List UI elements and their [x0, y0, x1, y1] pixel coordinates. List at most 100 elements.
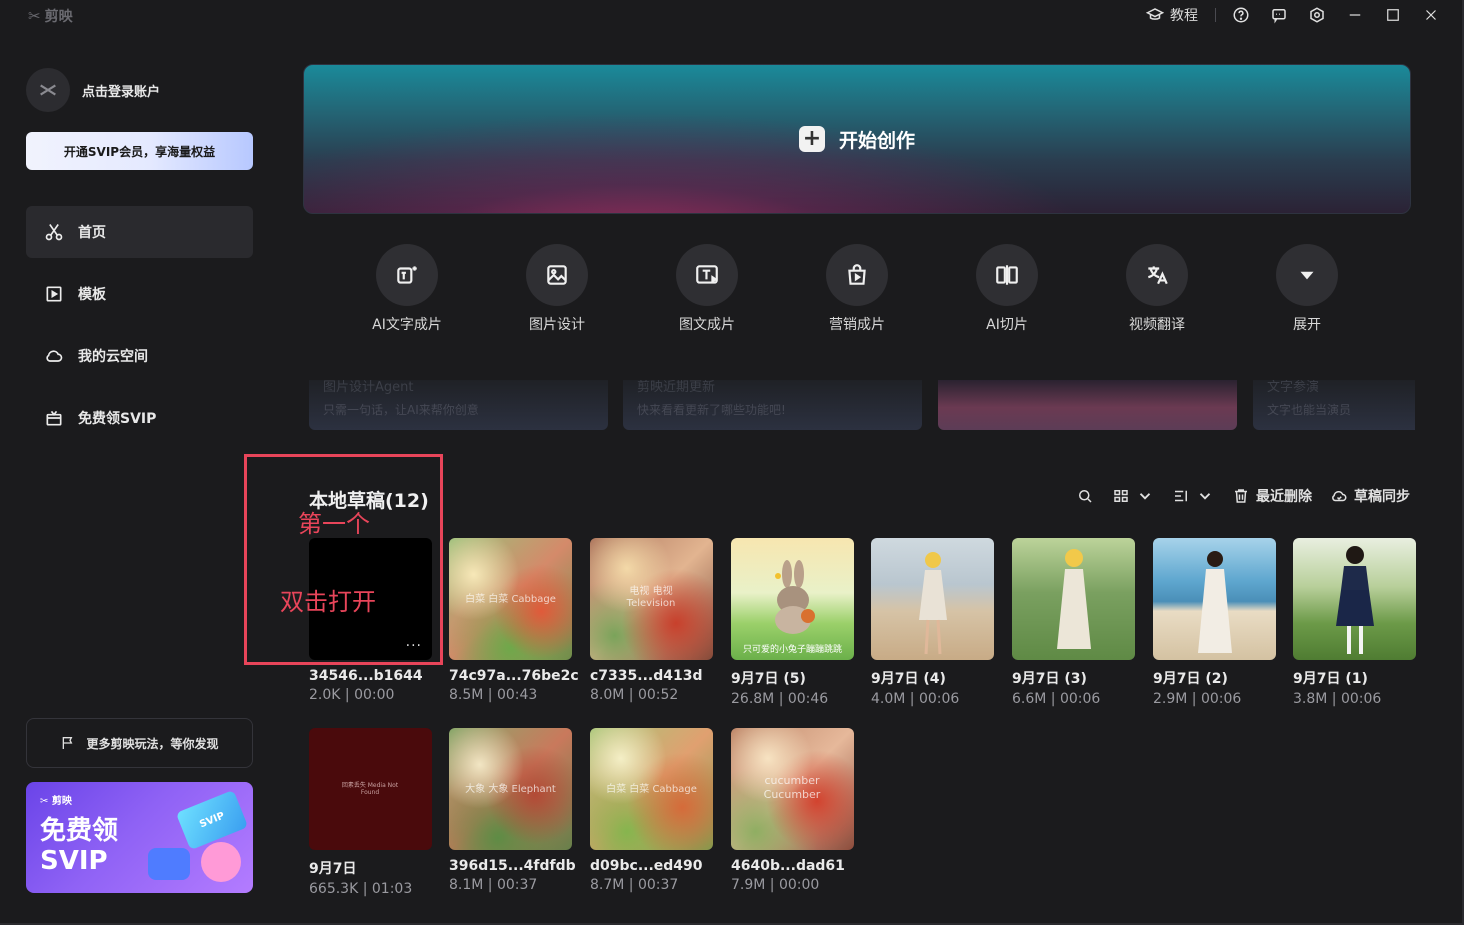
draft-card[interactable]: 电视 电视 Television c7335...d413d 8.0M | 00… — [590, 538, 713, 703]
draft-card[interactable]: 白菜 白菜 Cabbage d09bc...ed490 8.7M | 00:37 — [590, 728, 713, 893]
tool-text-image-video[interactable]: 图文成片 — [632, 244, 782, 334]
draft-card[interactable]: 9月7日 (1) 3.8M | 00:06 — [1293, 538, 1416, 707]
tool-circle[interactable] — [676, 244, 738, 306]
draft-card[interactable]: 回素丢失 Media Not Found 9月7日 665.3K | 01:03 — [309, 728, 432, 897]
draft-card[interactable]: cucumber Cucumber 4640b...dad61 7.9M | 0… — [731, 728, 854, 893]
trash-icon — [1235, 489, 1247, 503]
tool-ai-text-video[interactable]: AI文字成片 — [332, 244, 482, 334]
tool-circle[interactable] — [1126, 244, 1188, 306]
sidebar-item-label: 模板 — [78, 287, 106, 303]
draft-sync-label: 草稿同步 — [1354, 489, 1410, 505]
scissors-icon — [45, 224, 63, 241]
draft-thumbnail[interactable]: 大象 大象 Elephant — [449, 728, 572, 850]
tutorial-label: 教程 — [1170, 8, 1198, 24]
chevron-down-icon — [1199, 493, 1211, 500]
sidebar-item-cloud[interactable]: 我的云空间 — [26, 330, 253, 382]
tool-circle[interactable] — [976, 244, 1038, 306]
hand-icon — [201, 842, 241, 882]
draft-thumbnail[interactable]: 回素丢失 Media Not Found — [309, 728, 432, 850]
search-button[interactable] — [1076, 487, 1094, 505]
chevron-down-icon — [1139, 493, 1151, 500]
minimize-button[interactable] — [1345, 5, 1365, 25]
draft-name: 9月7日 (5) — [731, 671, 806, 687]
settings-button[interactable] — [1307, 5, 1327, 25]
draft-sync-button[interactable]: 草稿同步 — [1330, 486, 1410, 506]
tool-ai-slice[interactable]: AI切片 — [932, 244, 1082, 334]
sort-button[interactable] — [1172, 487, 1214, 505]
banner-card[interactable]: 剪映近期更新 快来看看更新了哪些功能吧! — [623, 380, 922, 430]
avatar[interactable] — [26, 68, 70, 112]
tutorial-button[interactable]: 教程 — [1135, 5, 1209, 25]
draft-thumbnail[interactable] — [871, 538, 994, 660]
start-creation-button[interactable]: + 开始创作 — [303, 64, 1411, 214]
sidebar-item-home[interactable]: 首页 — [26, 206, 253, 258]
login-account[interactable]: 点击登录账户 — [26, 68, 160, 112]
tool-video-translate[interactable]: 视频翻译 — [1082, 244, 1232, 334]
draft-thumbnail[interactable]: 电视 电视 Television — [590, 538, 713, 660]
tool-label: 展开 — [1293, 317, 1321, 333]
tool-circle[interactable] — [826, 244, 888, 306]
tool-marketing-video[interactable]: 营销成片 — [782, 244, 932, 334]
sidebar-item-label: 首页 — [78, 225, 106, 241]
draft-card[interactable]: 只可爱的小兔子蹦蹦跳跳 9月7日 (5) 26.8M | 00:46 — [731, 538, 854, 707]
draft-thumbnail[interactable]: cucumber Cucumber — [731, 728, 854, 850]
draft-name: 9月7日 (2) — [1153, 671, 1228, 687]
thumbnail-caption: 只可爱的小兔子蹦蹦跳跳 — [742, 645, 842, 655]
cloud-sync-icon — [1332, 490, 1347, 502]
draft-thumbnail[interactable] — [1293, 538, 1416, 660]
image-design-icon — [547, 265, 567, 285]
draft-meta: 4.0M | 00:06 — [871, 691, 960, 707]
feedback-button[interactable] — [1269, 5, 1289, 25]
view-mode-button[interactable] — [1112, 487, 1154, 505]
thumbnail-caption: 大象 大象 Elephant — [465, 784, 556, 795]
draft-meta: 26.8M | 00:46 — [731, 691, 829, 707]
recent-delete-label: 最近删除 — [1256, 489, 1312, 505]
banner-card[interactable]: 图片设计Agent 只需一句话，让AI来帮你创意 — [309, 380, 608, 430]
banner-title: 文字参演 — [1267, 380, 1320, 395]
thumbnail-caption: 电视 电视 Television — [626, 586, 676, 609]
sidebar-item-templates[interactable]: 模板 — [26, 268, 253, 320]
draft-meta: 665.3K | 01:03 — [309, 881, 413, 897]
more-features-label: 更多剪映玩法，等你发现 — [86, 736, 219, 751]
draft-thumbnail[interactable] — [1153, 538, 1276, 660]
woman-figure-illustration — [1056, 549, 1091, 649]
tool-circle[interactable] — [1276, 244, 1338, 306]
draft-card[interactable]: 大象 大象 Elephant 396d15...4fdfdb 8.1M | 00… — [449, 728, 576, 893]
svip-promo-banner[interactable]: ✂ 剪映 免费领SVIP SVIP — [26, 782, 253, 893]
svip-upgrade-button[interactable]: 开通SVIP会员，享海量权益 — [26, 132, 253, 170]
draft-card[interactable]: 白菜 白菜 Cabbage 74c97a...76be2c 8.5M | 00:… — [449, 538, 579, 703]
thumbnail-caption: 回素丢失 Media Not Found — [341, 782, 399, 796]
draft-card[interactable]: 9月7日 (2) 2.9M | 00:06 — [1153, 538, 1276, 707]
tool-circle[interactable] — [526, 244, 588, 306]
promo-title: 免费领SVIP — [40, 816, 119, 876]
draft-card[interactable]: 9月7日 (3) 6.6M | 00:06 — [1012, 538, 1135, 707]
maximize-button[interactable] — [1383, 5, 1403, 25]
draft-card[interactable]: 9月7日 (4) 4.0M | 00:06 — [871, 538, 994, 707]
annotation-first-label: 第一个 — [298, 510, 370, 538]
draft-thumbnail[interactable] — [1012, 538, 1135, 660]
more-features-button[interactable]: 更多剪映玩法，等你发现 — [26, 718, 253, 768]
draft-meta: 3.8M | 00:06 — [1293, 691, 1382, 707]
draft-name: 34546...b1644 — [309, 668, 423, 684]
draft-meta: 8.0M | 00:52 — [590, 687, 679, 703]
draft-name: 74c97a...76be2c — [449, 668, 579, 684]
sidebar-item-free-svip[interactable]: 免费领SVIP — [26, 392, 253, 444]
close-button[interactable] — [1421, 5, 1441, 25]
tool-expand[interactable]: 展开 — [1232, 244, 1382, 334]
help-button[interactable] — [1231, 5, 1251, 25]
banner-card[interactable] — [938, 380, 1237, 430]
draft-thumbnail[interactable]: 只可爱的小兔子蹦蹦跳跳 — [731, 538, 854, 660]
banner-subtitle: 快来看看更新了哪些功能吧! — [637, 403, 786, 417]
draft-thumbnail[interactable]: 白菜 白菜 Cabbage — [590, 728, 713, 850]
draft-name: 9月7日 (1) — [1293, 671, 1368, 687]
banner-card[interactable]: 文字参演 文字也能当演员 — [1253, 380, 1415, 430]
login-label[interactable]: 点击登录账户 — [82, 81, 160, 100]
recent-delete-button[interactable]: 最近删除 — [1232, 486, 1312, 506]
megaphone-icon — [148, 848, 190, 880]
tool-circle[interactable] — [376, 244, 438, 306]
draft-meta: 8.7M | 00:37 — [590, 877, 679, 893]
draft-thumbnail[interactable]: 白菜 白菜 Cabbage — [449, 538, 572, 660]
tool-image-design[interactable]: 图片设计 — [482, 244, 632, 334]
draft-name: d09bc...ed490 — [590, 858, 703, 874]
draft-name: c7335...d413d — [590, 668, 703, 684]
